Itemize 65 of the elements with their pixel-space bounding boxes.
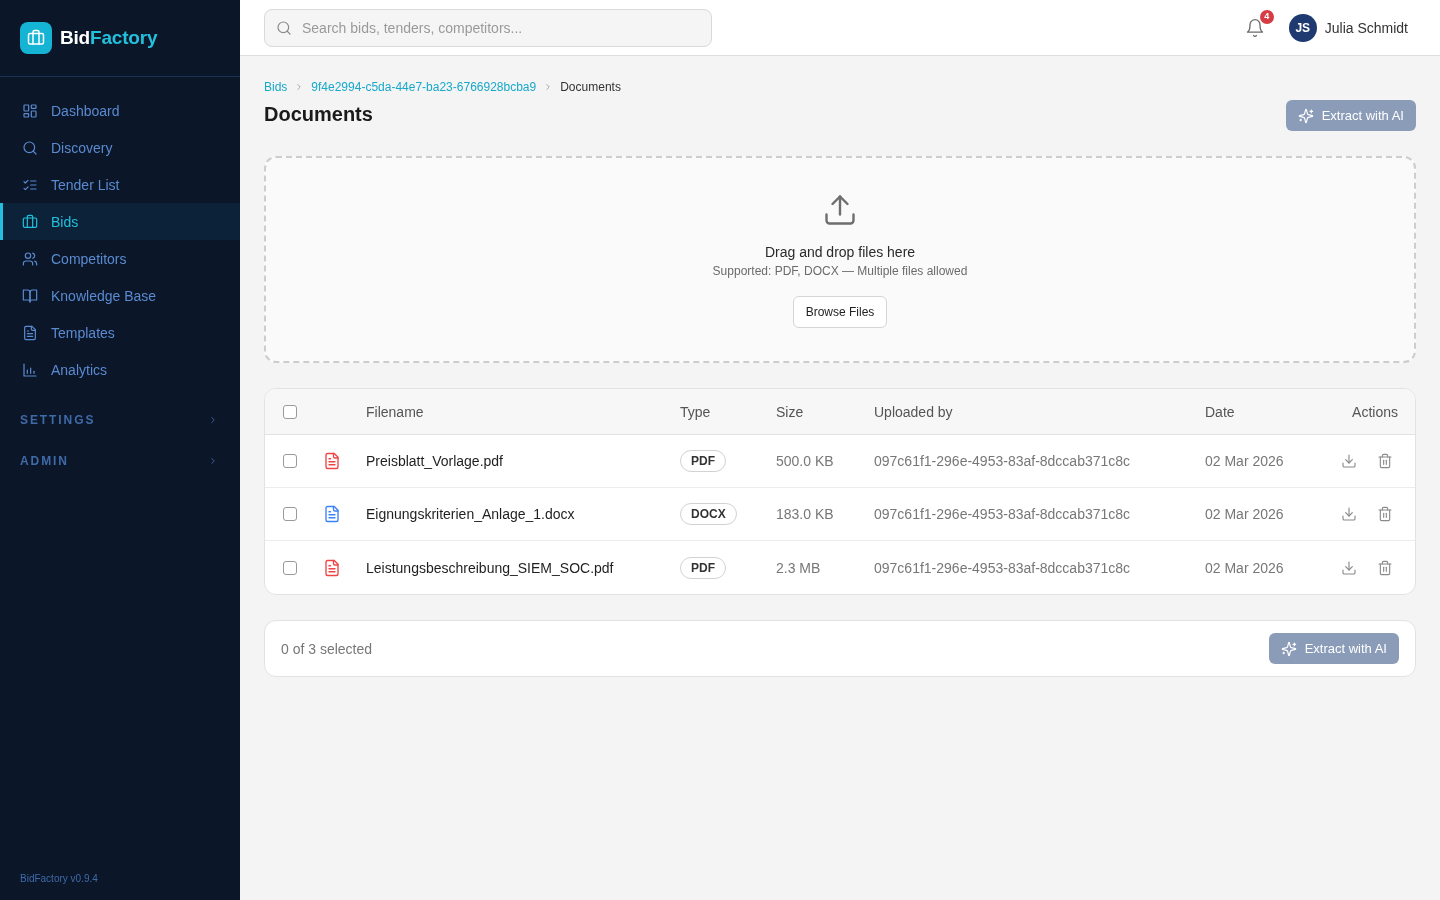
file-dropzone[interactable]: Drag and drop files here Supported: PDF, DOCX — Multiple files allowed Browse Files — [264, 156, 1416, 363]
breadcrumb-current: Documents — [560, 79, 621, 95]
column-header: Size — [776, 402, 804, 422]
uploader-id: 097c61f1-296e-4953-83af-8dccab371c8c — [874, 452, 1131, 471]
column-header: Type — [680, 402, 711, 422]
search-icon — [276, 19, 292, 36]
open-book-icon — [22, 287, 38, 304]
sidebar-nav-item[interactable]: Competitors — [0, 240, 240, 277]
uploader-id: 097c61f1-296e-4953-83af-8dccab371c8c — [874, 558, 1131, 578]
briefcase-icon — [22, 213, 38, 230]
dropzone-title: Drag and drop files here — [764, 242, 916, 262]
bar-chart-icon — [22, 361, 38, 378]
sidebar-nav-item[interactable]: Discovery — [0, 129, 240, 166]
notification-count: 4 — [1259, 9, 1274, 24]
bell-icon[interactable] — [1244, 17, 1265, 38]
sidebar-nav-item[interactable]: Templates — [0, 314, 240, 351]
download-icon[interactable] — [1341, 559, 1357, 576]
upload-date: 02 Mar 2026 — [1205, 505, 1284, 524]
trash-icon[interactable] — [1377, 506, 1393, 522]
file-size: 2.3 MB — [776, 558, 821, 578]
download-icon[interactable] — [1341, 453, 1357, 469]
upload-date: 02 Mar 2026 — [1205, 558, 1284, 578]
trash-icon[interactable] — [1377, 559, 1393, 576]
user-avatar[interactable]: JS — [1288, 13, 1317, 42]
search-field[interactable]: Search bids, tenders, competitors... — [264, 8, 712, 47]
upload-date: 02 Mar 2026 — [1205, 452, 1284, 471]
chevron-right-icon — [208, 456, 218, 466]
briefcase-logo-icon — [20, 22, 52, 54]
sparkles-icon — [1280, 640, 1297, 657]
sidebar-nav-item[interactable]: Tender List — [0, 166, 240, 203]
search-icon — [22, 139, 38, 156]
row-checkbox[interactable] — [283, 507, 297, 521]
sparkles-icon — [1297, 107, 1314, 124]
dashboard-grid-icon — [22, 102, 38, 119]
dropzone-hint: Supported: PDF, DOCX — Multiple files allowed — [712, 262, 968, 279]
sidebar-section-toggle[interactable]: SETTINGS — [0, 404, 240, 436]
sidebar-section-toggle[interactable]: ADMIN — [0, 445, 240, 477]
column-header: Date — [1205, 402, 1235, 422]
sidebar-nav-item[interactable]: Dashboard — [0, 92, 240, 129]
file-size: 183.0 KB — [776, 505, 834, 524]
brand-name: BidFactory — [60, 25, 158, 50]
row-checkbox[interactable] — [283, 560, 297, 575]
row-checkbox[interactable] — [283, 454, 297, 468]
file-size: 500.0 KB — [776, 452, 834, 471]
page-title: Documents — [264, 102, 374, 127]
sidebar-nav-item[interactable]: Bids — [0, 203, 240, 240]
document-icon — [22, 324, 38, 341]
column-header: Filename — [366, 402, 424, 422]
sidebar-nav-item[interactable]: Analytics — [0, 351, 240, 388]
column-header: Actions — [1352, 402, 1398, 422]
file-name: Leistungsbeschreibung_SIEM_SOC.pdf — [366, 558, 614, 578]
trash-icon[interactable] — [1377, 453, 1393, 469]
download-icon[interactable] — [1341, 506, 1357, 522]
uploader-id: 097c61f1-296e-4953-83af-8dccab371c8c — [874, 505, 1131, 524]
browse-files-button[interactable]: Browse Files — [792, 295, 888, 328]
column-header: Uploaded by — [874, 402, 953, 422]
file-name: Preisblatt_Vorlage.pdf — [366, 452, 503, 471]
users-icon — [22, 250, 38, 267]
file-name: Eignungskriterien_Anlage_1.docx — [366, 505, 575, 524]
select-all-checkbox[interactable] — [283, 404, 297, 419]
user-name[interactable]: Julia Schmidt — [1324, 17, 1408, 38]
sidebar-nav-item[interactable]: Knowledge Base — [0, 277, 240, 314]
selection-summary: 0 of 3 selected — [281, 639, 373, 659]
chevron-right-icon — [208, 415, 218, 425]
version-label: BidFactory v0.9.4 — [19, 872, 99, 886]
